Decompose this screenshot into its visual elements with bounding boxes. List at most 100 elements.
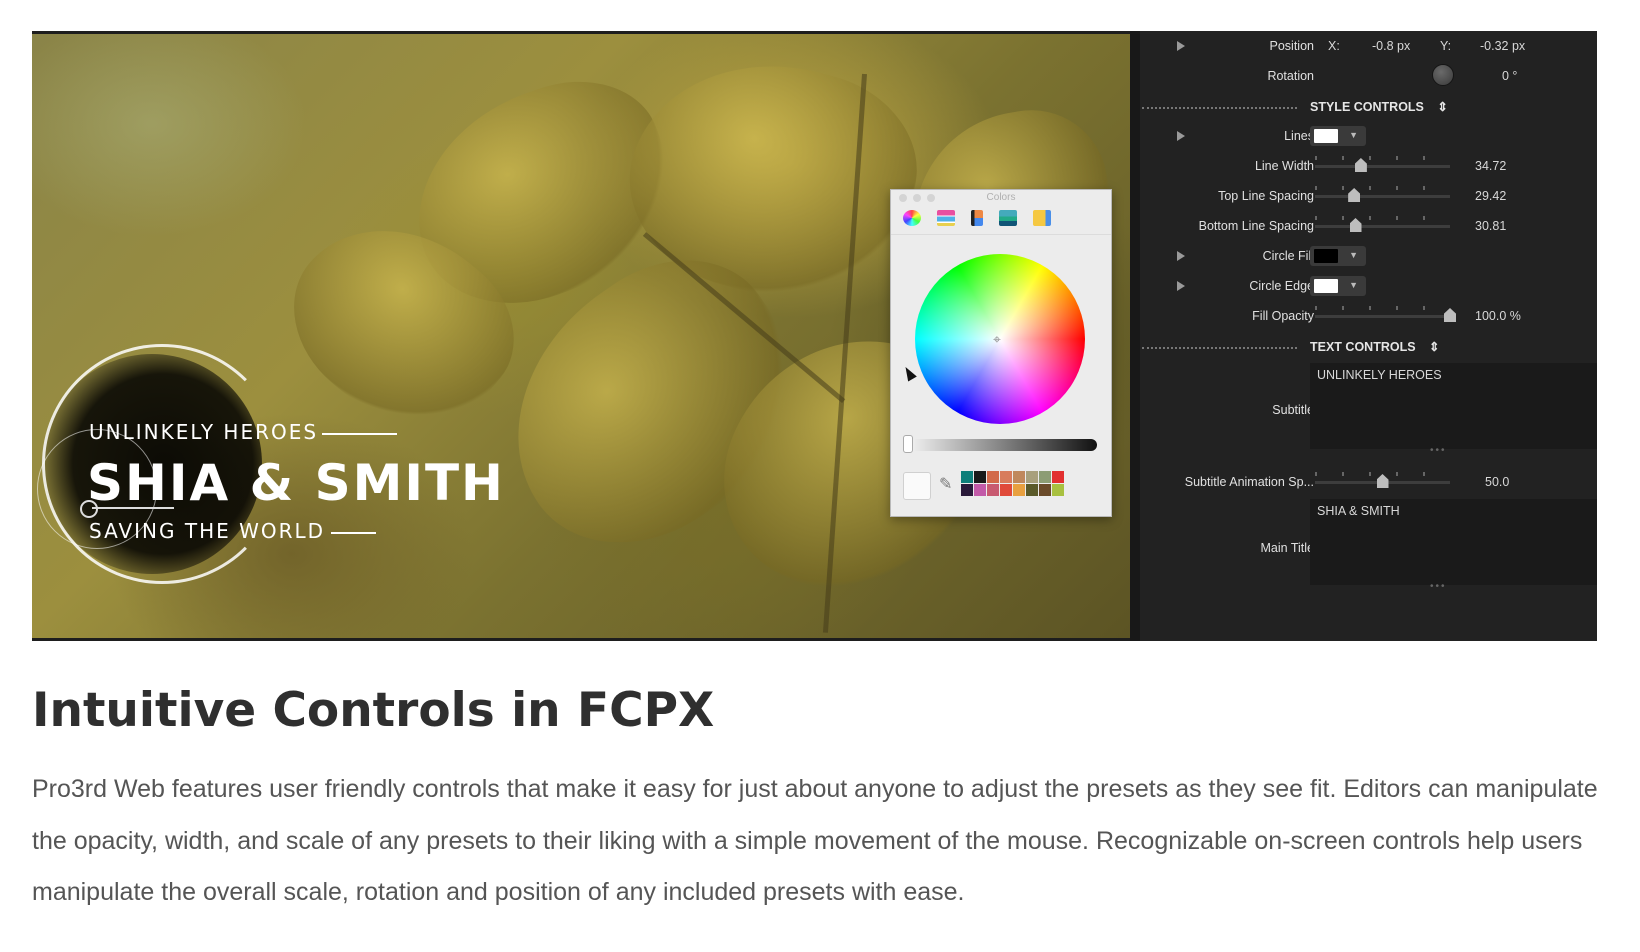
palette-swatch[interactable] bbox=[961, 484, 973, 496]
rotation-handle[interactable] bbox=[92, 507, 174, 509]
palette-swatch[interactable] bbox=[1026, 484, 1038, 496]
lines-row: Lines ▼ bbox=[1140, 123, 1597, 149]
brightness-slider-knob[interactable] bbox=[903, 435, 913, 453]
color-sliders-icon[interactable] bbox=[937, 210, 955, 226]
top-line-spacing-slider[interactable] bbox=[1315, 195, 1450, 198]
main-title-row: Main Title SHIA & SMITH ••• bbox=[1140, 499, 1597, 595]
slider-ticks bbox=[1315, 306, 1450, 310]
subtitle-animation-value[interactable]: 50.0 bbox=[1485, 475, 1509, 489]
pencils-icon[interactable] bbox=[1033, 210, 1051, 226]
disclosure-triangle-icon[interactable] bbox=[1177, 131, 1185, 141]
slider-ticks bbox=[1315, 216, 1450, 220]
fill-opacity-value[interactable]: 100.0 % bbox=[1475, 309, 1521, 323]
position-y-field[interactable]: -0.32 px bbox=[1480, 39, 1525, 53]
colors-mode-tabs bbox=[891, 206, 1111, 235]
lower-third-subtitle: UNLINKELY HEROES bbox=[89, 420, 397, 444]
position-label: Position bbox=[1269, 39, 1314, 53]
palette-swatch[interactable] bbox=[1000, 484, 1012, 496]
rotation-dial[interactable] bbox=[1432, 64, 1454, 86]
colors-window-title: Colors bbox=[986, 192, 1016, 203]
colors-window: Colors ⌖ ✎ bbox=[890, 189, 1112, 517]
rotation-field[interactable]: 0 ° bbox=[1502, 69, 1517, 83]
chevron-updown-icon[interactable]: ⇕ bbox=[1429, 340, 1439, 354]
circle-edge-row: Circle Edge ▼ bbox=[1140, 273, 1597, 299]
circle-fill-color-well[interactable]: ▼ bbox=[1310, 246, 1366, 266]
lower-third-main-title: SHIA & SMITH bbox=[87, 454, 505, 512]
palette-swatch[interactable] bbox=[1000, 471, 1012, 483]
disclosure-triangle-icon[interactable] bbox=[1177, 281, 1185, 291]
palette-swatch[interactable] bbox=[1052, 471, 1064, 483]
palette-swatch[interactable] bbox=[974, 471, 986, 483]
fill-opacity-slider-knob[interactable] bbox=[1444, 308, 1456, 322]
position-handle[interactable] bbox=[80, 500, 98, 518]
subtitle-animation-slider-knob[interactable] bbox=[1376, 474, 1389, 488]
palette-swatch[interactable] bbox=[1052, 484, 1064, 496]
style-controls-title: STYLE CONTROLS bbox=[1310, 100, 1424, 114]
image-palettes-icon[interactable] bbox=[999, 210, 1017, 226]
disclosure-triangle-icon[interactable] bbox=[1177, 41, 1185, 51]
subtitle-row: Subtitle UNLINKELY HEROES ••• bbox=[1140, 363, 1597, 459]
resize-handle-icon[interactable]: ••• bbox=[1430, 581, 1447, 592]
circle-fill-row: Circle Fill ▼ bbox=[1140, 243, 1597, 269]
chevron-down-icon[interactable]: ▼ bbox=[1349, 280, 1358, 290]
color-palettes-icon[interactable] bbox=[971, 210, 983, 226]
current-color-swatch[interactable] bbox=[903, 472, 931, 500]
bottom-line-spacing-row: Bottom Line Spacing 30.81 bbox=[1140, 213, 1597, 239]
inspector-panel: Position X: -0.8 px Y: -0.32 px Rotation… bbox=[1130, 31, 1597, 641]
line-width-slider-knob[interactable] bbox=[1354, 158, 1367, 172]
circle-edge-swatch[interactable] bbox=[1314, 279, 1338, 293]
slider-ticks bbox=[1315, 156, 1450, 160]
position-y-label: Y: bbox=[1440, 39, 1452, 53]
lines-color-swatch[interactable] bbox=[1314, 129, 1338, 143]
subtitle-text-field[interactable]: UNLINKELY HEROES bbox=[1310, 363, 1597, 449]
crosshair-icon: ⌖ bbox=[993, 331, 1001, 347]
line-width-slider[interactable] bbox=[1315, 165, 1450, 168]
palette-swatch[interactable] bbox=[961, 471, 973, 483]
subtitle-animation-label: Subtitle Animation Sp... bbox=[1184, 475, 1314, 489]
palette-swatch[interactable] bbox=[1013, 471, 1025, 483]
circle-edge-color-well[interactable]: ▼ bbox=[1310, 276, 1366, 296]
subtitle-label: Subtitle bbox=[1272, 403, 1314, 417]
line-width-value[interactable]: 34.72 bbox=[1475, 159, 1506, 173]
palette-swatch[interactable] bbox=[987, 484, 999, 496]
circle-fill-swatch[interactable] bbox=[1314, 249, 1338, 263]
position-x-field[interactable]: -0.8 px bbox=[1372, 39, 1410, 53]
product-screenshot: UNLINKELY HEROES SHIA & SMITH SAVING THE… bbox=[32, 31, 1597, 641]
main-title-text-field[interactable]: SHIA & SMITH bbox=[1310, 499, 1597, 585]
eyedropper-icon[interactable]: ✎ bbox=[939, 474, 952, 494]
palette-swatch[interactable] bbox=[987, 471, 999, 483]
chevron-updown-icon[interactable]: ⇕ bbox=[1437, 100, 1447, 114]
top-line-spacing-slider-knob[interactable] bbox=[1348, 188, 1361, 202]
style-controls-label[interactable]: STYLE CONTROLS ⇕ bbox=[1310, 99, 1448, 114]
bottom-line-spacing-value[interactable]: 30.81 bbox=[1475, 219, 1506, 233]
palette-swatch[interactable] bbox=[1013, 484, 1025, 496]
main-title-label: Main Title bbox=[1260, 541, 1315, 555]
text-controls-label[interactable]: TEXT CONTROLS ⇕ bbox=[1310, 339, 1440, 354]
bottom-line-spacing-slider[interactable] bbox=[1315, 225, 1450, 228]
section-heading: Intuitive Controls in FCPX bbox=[32, 683, 715, 738]
line-width-label: Line Width bbox=[1254, 159, 1314, 173]
palette-swatch[interactable] bbox=[1026, 471, 1038, 483]
palette-swatch[interactable] bbox=[974, 484, 986, 496]
text-controls-header[interactable]: TEXT CONTROLS ⇕ bbox=[1140, 333, 1597, 359]
color-swatch-grid[interactable] bbox=[961, 471, 1064, 496]
palette-swatch[interactable] bbox=[1039, 484, 1051, 496]
section-divider bbox=[1142, 107, 1297, 109]
palette-swatch[interactable] bbox=[1039, 471, 1051, 483]
fill-opacity-slider[interactable] bbox=[1315, 315, 1450, 318]
disclosure-triangle-icon[interactable] bbox=[1177, 251, 1185, 261]
colors-titlebar: Colors bbox=[891, 190, 1111, 206]
lines-color-well[interactable]: ▼ bbox=[1310, 126, 1366, 146]
brightness-slider[interactable] bbox=[905, 439, 1097, 451]
top-line-spacing-label: Top Line Spacing bbox=[1218, 189, 1314, 203]
top-line-spacing-value[interactable]: 29.42 bbox=[1475, 189, 1506, 203]
color-wheel-icon[interactable] bbox=[903, 210, 921, 226]
fill-opacity-row: Fill Opacity 100.0 % bbox=[1140, 303, 1597, 329]
video-viewer: UNLINKELY HEROES SHIA & SMITH SAVING THE… bbox=[32, 34, 1130, 638]
bottom-line-spacing-slider-knob[interactable] bbox=[1349, 218, 1362, 232]
chevron-down-icon[interactable]: ▼ bbox=[1349, 130, 1358, 140]
rotation-row: Rotation 0 ° bbox=[1140, 63, 1597, 89]
style-controls-header[interactable]: STYLE CONTROLS ⇕ bbox=[1140, 93, 1597, 119]
chevron-down-icon[interactable]: ▼ bbox=[1349, 250, 1358, 260]
resize-handle-icon[interactable]: ••• bbox=[1430, 445, 1447, 456]
